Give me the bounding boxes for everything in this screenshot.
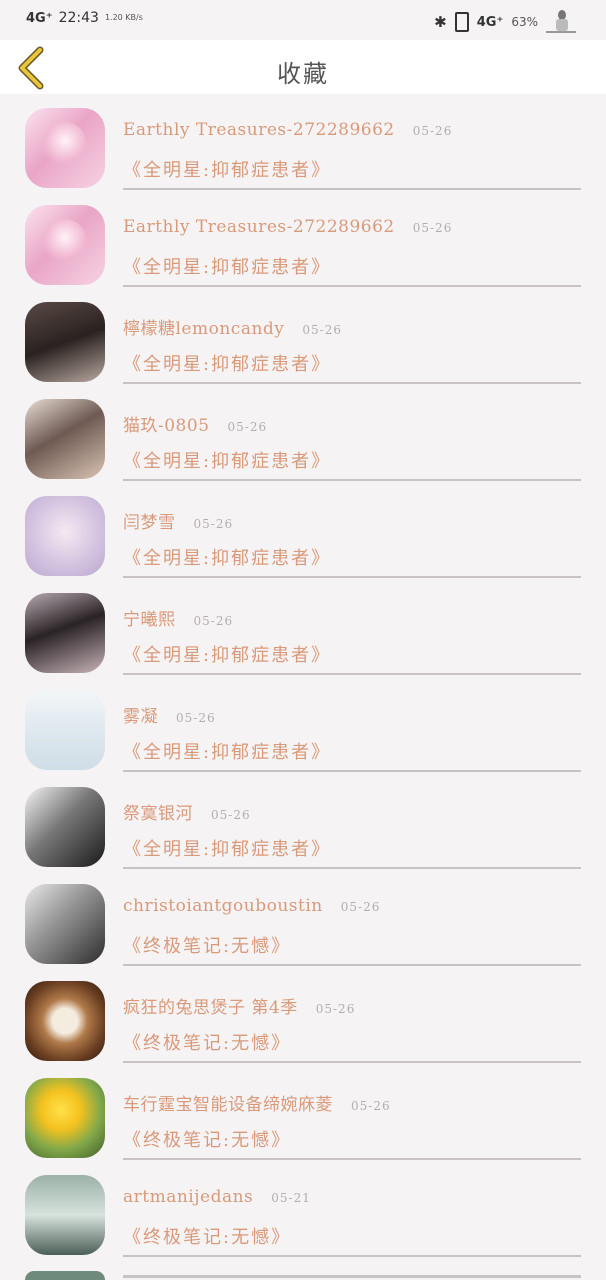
user-name: 闫梦雪: [123, 513, 176, 533]
title-bar: 收藏: [0, 40, 606, 94]
date: 05-26: [315, 1002, 356, 1016]
date: 05-21: [271, 1191, 311, 1205]
date: 05-26: [176, 711, 216, 725]
book-title: 《全明星:抑郁症患者》: [123, 645, 332, 666]
book-title: 《全明星:抑郁症患者》: [123, 839, 332, 860]
user-name: 宁曦熙: [123, 610, 176, 630]
list-item[interactable]: Earthly Treasures-272289662 05-26 《全明星:抑郁症…: [0, 193, 606, 290]
clock: 22:43: [58, 10, 99, 26]
book-title: 《全明星:抑郁症患者》: [123, 160, 332, 181]
date: 05-26: [412, 124, 453, 138]
date: 05-26: [340, 900, 381, 914]
user-name: Earthly Treasures-272289662: [123, 120, 395, 140]
list-item[interactable]: artmanijedans 05-21 《终极笔记:无憾》: [0, 1163, 606, 1260]
network-right: 4G⁺: [476, 14, 504, 30]
avatar[interactable]: [25, 690, 105, 770]
user-name: 雾凝: [123, 707, 158, 727]
avatar[interactable]: [25, 205, 105, 285]
date: 05-26: [193, 614, 234, 628]
list-item[interactable]: Earthly Treasures-272289662 05-26 《全明星:抑郁症…: [0, 96, 606, 193]
network-speed: 1.20 KB/s: [104, 13, 143, 22]
list-item[interactable]: 雾凝 05-26 《全明星:抑郁症患者》: [0, 678, 606, 775]
list-item[interactable]: 祭寞银河 05-26 《全明星:抑郁症患者》: [0, 775, 606, 872]
date: 05-26: [351, 1099, 391, 1113]
vibrate-icon: [454, 12, 469, 32]
list-item[interactable]: 车行霆宝智能设备缔婉庥菱 05-26 《终极笔记:无憾》: [0, 1066, 606, 1163]
list-item-partial[interactable]: [25, 1271, 581, 1280]
list-item[interactable]: 檸檬糖lemoncandy 05-26 《全明星:抑郁症患者》: [0, 290, 606, 387]
book-title: 《终极笔记:无憾》: [123, 1227, 292, 1248]
signal-icon: 4G⁺: [26, 10, 53, 26]
avatar[interactable]: [25, 399, 105, 479]
list-item[interactable]: 疯狂的兔思煲子 第4季 05-26 《终极笔记:无憾》: [0, 969, 606, 1066]
user-name: christoiantgouboustin: [123, 896, 323, 916]
book-title: 《全明星:抑郁症患者》: [123, 257, 332, 278]
date: 05-26: [211, 808, 251, 822]
date: 05-26: [227, 420, 268, 434]
avatar[interactable]: [25, 981, 105, 1061]
list-item[interactable]: 宁曦熙 05-26 《全明星:抑郁症患者》: [0, 581, 606, 678]
list-item[interactable]: 闫梦雪 05-26 《全明星:抑郁症患者》: [0, 484, 606, 581]
user-name: 檸檬糖lemoncandy: [123, 319, 285, 339]
user-name: 祭寞银河: [123, 804, 193, 824]
battery-level: 63%: [511, 15, 538, 29]
bluetooth-icon: ✱: [434, 13, 447, 31]
user-name: 车行霆宝智能设备缔婉庥菱: [123, 1095, 333, 1115]
list-item[interactable]: christoiantgouboustin 05-26 《终极笔记:无憾》: [0, 872, 606, 969]
avatar[interactable]: [25, 108, 105, 188]
date: 05-26: [302, 323, 342, 337]
book-title: 《全明星:抑郁症患者》: [123, 354, 332, 375]
avatar[interactable]: [25, 496, 105, 576]
book-title: 《终极笔记:无憾》: [123, 1033, 292, 1054]
user-name: 猫玖-0805: [123, 416, 210, 436]
user-name: artmanijedans: [123, 1187, 254, 1207]
book-title: 《终极笔记:无憾》: [123, 1130, 292, 1151]
book-title: 《全明星:抑郁症患者》: [123, 742, 332, 763]
book-title: 《终极笔记:无憾》: [123, 936, 292, 957]
date: 05-26: [412, 221, 453, 235]
user-name: 疯狂的兔思煲子 第4季: [123, 998, 298, 1018]
status-bar: 4G⁺ 22:43 1.20 KB/s ✱ 4G⁺ 63%: [0, 0, 606, 40]
avatar[interactable]: [25, 884, 105, 964]
date: 05-26: [193, 517, 234, 531]
user-name: Earthly Treasures-272289662: [123, 217, 395, 237]
book-title: 《全明星:抑郁症患者》: [123, 548, 332, 569]
page-title: 收藏: [277, 60, 329, 88]
avatar[interactable]: [25, 787, 105, 867]
divider: [123, 1275, 581, 1278]
book-title: 《全明星:抑郁症患者》: [123, 451, 332, 472]
avatar[interactable]: [25, 593, 105, 673]
avatar[interactable]: [25, 1175, 105, 1255]
mascot-icon: [546, 10, 576, 34]
list-item[interactable]: 猫玖-0805 05-26 《全明星:抑郁症患者》: [0, 387, 606, 484]
avatar[interactable]: [25, 1271, 105, 1280]
avatar[interactable]: [25, 1078, 105, 1158]
avatar[interactable]: [25, 302, 105, 382]
favorites-list: Earthly Treasures-272289662 05-26 《全明星:抑郁症…: [0, 96, 606, 1260]
